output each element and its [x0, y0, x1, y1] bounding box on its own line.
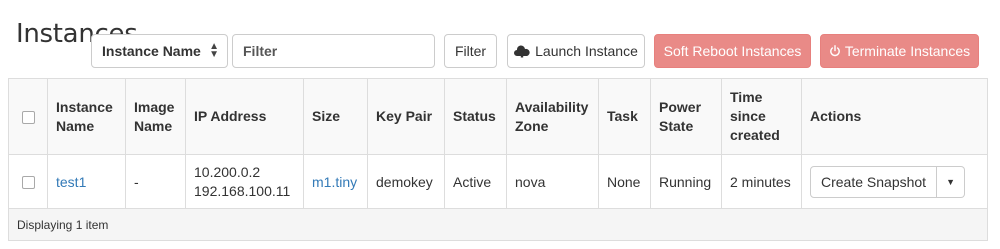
row-actions: Create Snapshot ▼ — [810, 165, 979, 198]
column-header-ip-address[interactable]: IP Address — [185, 78, 304, 155]
cell-status: Active — [444, 154, 507, 209]
cell-image-name: - — [125, 154, 186, 209]
filter-input[interactable] — [232, 34, 435, 68]
table-footer-row: Displaying 1 item — [8, 208, 988, 241]
ip-address: 10.200.0.2 — [194, 163, 261, 180]
table-footer-count: Displaying 1 item — [8, 208, 988, 241]
size-link[interactable]: m1.tiny — [312, 174, 357, 190]
caret-down-icon: ▼ — [946, 176, 956, 187]
column-header-size[interactable]: Size — [303, 78, 368, 155]
column-header-instance-name[interactable]: Instance Name — [47, 78, 126, 155]
cell-actions: Create Snapshot ▼ — [801, 154, 988, 209]
column-header-availability-zone[interactable]: Availability Zone — [506, 78, 599, 155]
filter-field-select[interactable]: Instance Name ▲ ▼ — [91, 34, 228, 68]
create-snapshot-button[interactable]: Create Snapshot — [810, 165, 938, 198]
actions-dropdown-toggle[interactable]: ▼ — [937, 165, 966, 198]
filter-button[interactable]: Filter — [444, 34, 497, 68]
column-header-power-state[interactable]: Power State — [650, 78, 722, 155]
cell-task: None — [598, 154, 651, 209]
table-header-row: Instance Name Image Name IP Address Size… — [8, 78, 988, 155]
row-select-cell — [8, 154, 48, 209]
row-checkbox[interactable] — [21, 176, 35, 190]
instance-name-link[interactable]: test1 — [56, 174, 86, 190]
column-header-time-since-created[interactable]: Time since created — [721, 78, 802, 155]
terminate-instances-button[interactable]: Terminate Instances — [820, 34, 979, 68]
cloud-upload-icon — [514, 44, 530, 58]
cell-power-state: Running — [650, 154, 722, 209]
updown-caret-icon: ▲ ▼ — [209, 41, 219, 60]
power-icon — [829, 45, 841, 57]
cell-time-since-created: 2 minutes — [721, 154, 802, 209]
instances-table: Instance Name Image Name IP Address Size… — [8, 78, 988, 241]
column-header-status[interactable]: Status — [444, 78, 507, 155]
column-header-actions: Actions — [801, 78, 988, 155]
column-header-task[interactable]: Task — [598, 78, 651, 155]
soft-reboot-instances-button[interactable]: Soft Reboot Instances — [654, 34, 811, 68]
select-all-checkbox[interactable] — [21, 110, 35, 124]
filter-field-label: Instance Name — [102, 43, 201, 59]
cell-key-pair: demokey — [367, 154, 445, 209]
launch-instance-button[interactable]: Launch Instance — [507, 34, 645, 68]
column-header-key-pair[interactable]: Key Pair — [367, 78, 445, 155]
ip-address: 192.168.100.11 — [194, 182, 291, 199]
table-toolbar: Instance Name ▲▼ Filter Launch Instance … — [0, 34, 1000, 68]
column-header-image-name[interactable]: Image Name — [125, 78, 186, 155]
launch-instance-label: Launch Instance — [535, 43, 638, 59]
cell-ip-address: 10.200.0.2 192.168.100.11 — [185, 154, 304, 209]
terminate-instances-label: Terminate Instances — [844, 43, 971, 59]
cell-size: m1.tiny — [303, 154, 368, 209]
cell-availability-zone: nova — [506, 154, 599, 209]
select-all-cell — [8, 78, 48, 155]
cell-instance-name: test1 — [47, 154, 126, 209]
table-row: test1 - 10.200.0.2 192.168.100.11 m1.tin… — [8, 154, 988, 209]
